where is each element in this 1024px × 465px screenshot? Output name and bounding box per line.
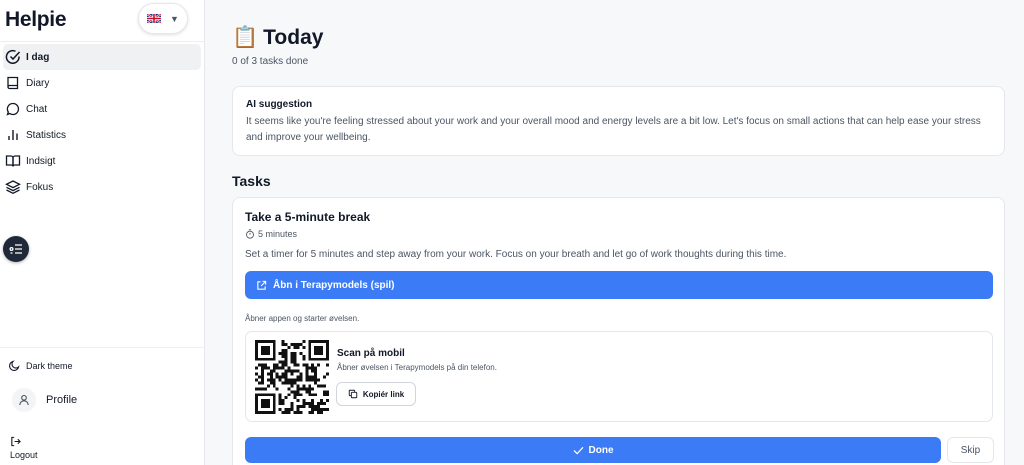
scan-on-mobile-box: Scan på mobil Åbner øvelsen i Terapymode… — [245, 331, 993, 422]
scan-title: Scan på mobil — [337, 348, 405, 359]
qr-code — [255, 340, 329, 414]
task-card: Take a 5-minute break 5 minutes Set a ti… — [232, 197, 1005, 465]
task-description: Set a timer for 5 minutes and step away … — [245, 249, 787, 260]
tasks-heading: Tasks — [232, 173, 271, 189]
page-title: 📋 Today — [232, 26, 323, 50]
page-title-text: Today — [263, 26, 324, 49]
sidebar-nav: I dag Diary Chat Statistics Indsigt Foku… — [0, 44, 205, 200]
filter-toggle-button[interactable] — [3, 236, 29, 262]
sidebar: Helpie ▼ I dag Diary Chat Statistics Ind… — [0, 0, 205, 465]
open-in-app-button[interactable]: Åbn i Terapymodels (spil) — [245, 271, 993, 299]
profile-link[interactable]: Profile — [12, 388, 77, 412]
scan-subtitle: Åbner øvelsen i Terapymodels på din tele… — [337, 363, 497, 372]
sidebar-item-label: Fokus — [26, 182, 54, 193]
dark-theme-toggle[interactable]: Dark theme — [9, 360, 73, 371]
task-title: Take a 5-minute break — [245, 210, 371, 224]
check-icon — [573, 446, 583, 455]
logout-icon — [11, 436, 21, 447]
chevron-down-icon: ▼ — [170, 13, 179, 24]
open-in-app-label: Åbn i Terapymodels (spil) — [273, 279, 395, 291]
moon-icon — [9, 360, 20, 371]
app-logo: Helpie — [5, 8, 67, 31]
copy-icon — [348, 389, 358, 399]
logout-button[interactable]: Logout — [10, 436, 38, 460]
opens-app-note: Åbner appen og starter øvelsen. — [245, 314, 360, 323]
external-link-icon — [257, 280, 267, 290]
sidebar-item-label: Statistics — [26, 130, 67, 141]
profile-label: Profile — [46, 394, 78, 406]
open-book-icon — [5, 155, 21, 167]
ai-suggestion-card: AI suggestion It seems like you're feeli… — [232, 86, 1005, 156]
layers-icon — [5, 180, 21, 195]
task-duration: 5 minutes — [245, 229, 297, 239]
ai-suggestion-text: It seems like you're feeling stressed ab… — [246, 116, 981, 143]
divider — [0, 347, 205, 348]
done-button[interactable]: Done — [245, 437, 941, 463]
skip-button[interactable]: Skip — [947, 437, 994, 463]
sidebar-item-label: Indsigt — [26, 156, 56, 167]
sidebar-item-diary[interactable]: Diary — [3, 70, 201, 96]
task-progress: 0 of 3 tasks done — [232, 56, 309, 67]
sidebar-item-chat[interactable]: Chat — [3, 96, 201, 122]
language-selector[interactable]: ▼ — [138, 3, 188, 34]
timer-icon — [246, 229, 254, 239]
uk-flag-icon — [147, 14, 162, 23]
sidebar-item-label: Chat — [26, 104, 48, 115]
qr-modules — [255, 340, 329, 414]
chat-bubble-icon — [6, 102, 20, 116]
sidebar-item-i-dag[interactable]: I dag — [3, 44, 201, 70]
sidebar-item-label: I dag — [26, 52, 50, 63]
avatar — [12, 388, 36, 412]
user-icon — [19, 394, 29, 406]
done-label: Done — [588, 444, 614, 456]
clipboard-icon: 📋 — [232, 26, 259, 49]
book-icon — [7, 76, 19, 90]
sidebar-item-fokus[interactable]: Fokus — [3, 174, 201, 200]
divider — [0, 41, 205, 42]
sidebar-item-statistics[interactable]: Statistics — [3, 122, 201, 148]
ai-suggestion-title: AI suggestion — [246, 99, 313, 110]
check-circle-icon — [5, 49, 21, 64]
logout-label: Logout — [10, 450, 38, 460]
copy-link-button[interactable]: Kopiér link — [336, 382, 416, 406]
dark-theme-label: Dark theme — [26, 360, 73, 371]
filter-list-icon — [9, 244, 22, 254]
bar-chart-icon — [8, 130, 18, 140]
task-duration-text: 5 minutes — [258, 229, 298, 239]
copy-link-label: Kopiér link — [362, 389, 405, 399]
sidebar-item-label: Diary — [26, 78, 50, 89]
sidebar-item-indsigt[interactable]: Indsigt — [3, 148, 201, 174]
